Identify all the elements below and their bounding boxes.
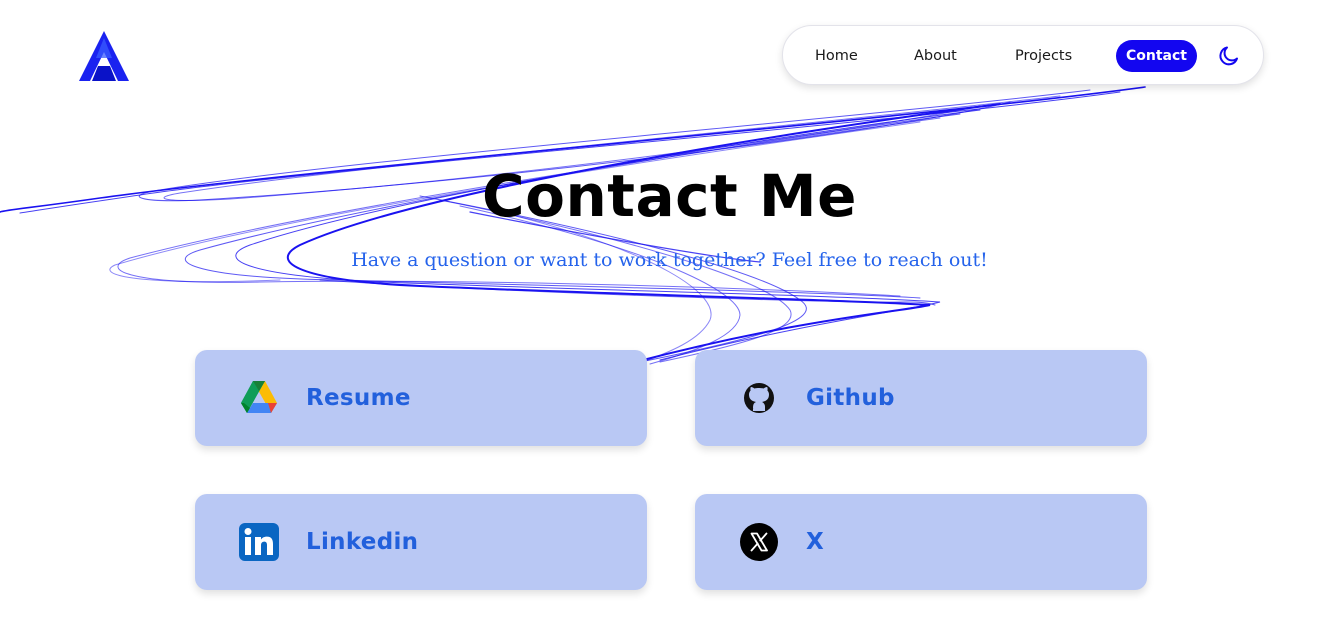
page-subtitle: Have a question or want to work together… [351, 249, 988, 271]
nav-bar: Home About Projects Contact [782, 25, 1264, 85]
linkedin-label: Linkedin [306, 529, 419, 555]
page-title: Contact Me [482, 162, 857, 230]
resume-link-card[interactable]: Resume [195, 350, 647, 446]
x-link-card[interactable]: X [695, 494, 1147, 590]
github-label: Github [806, 385, 895, 411]
nav-about-link[interactable]: About [914, 40, 957, 72]
linkedin-link-card[interactable]: Linkedin [195, 494, 647, 590]
github-link-card[interactable]: Github [695, 350, 1147, 446]
nav-home-link[interactable]: Home [815, 40, 858, 72]
x-icon [740, 523, 778, 561]
contact-page: Home About Projects Contact Contact Me H… [0, 0, 1339, 622]
github-icon [744, 383, 774, 413]
x-label: X [806, 529, 825, 555]
resume-label: Resume [306, 385, 411, 411]
linkedin-icon [239, 523, 279, 561]
nav-contact-link[interactable]: Contact [1116, 40, 1197, 72]
google-drive-icon [241, 381, 277, 413]
moon-icon[interactable] [1217, 44, 1241, 68]
nav-projects-link[interactable]: Projects [1015, 40, 1072, 72]
logo-icon[interactable] [78, 30, 130, 82]
